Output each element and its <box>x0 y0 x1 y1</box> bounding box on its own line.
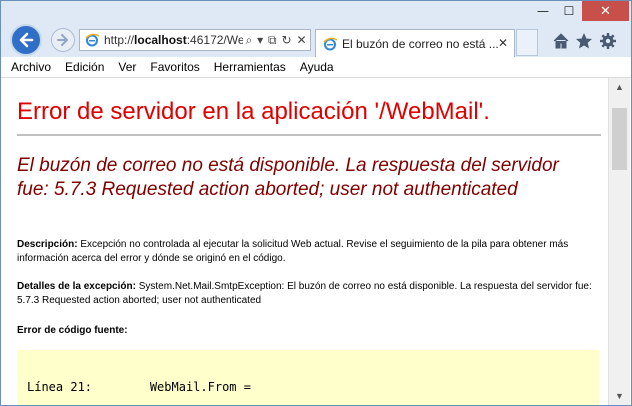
scroll-up-arrow-icon[interactable]: ▲ <box>609 78 630 96</box>
home-button[interactable] <box>551 31 571 51</box>
tools-button[interactable] <box>598 31 618 51</box>
menu-item-herramientas[interactable]: Herramientas <box>214 60 286 74</box>
dropdown-icon[interactable]: ▾ <box>257 33 263 47</box>
browser-toolbar: — ☐ ✕ http://localhost:46172/We ⌕ ▾ ⧉ ↻ … <box>1 1 631 57</box>
refresh-icon[interactable]: ↻ <box>282 33 292 47</box>
compatibility-view-icon[interactable]: ⧉ <box>268 33 277 48</box>
scroll-thumb[interactable] <box>612 108 627 170</box>
exception-label: Detalles de la excepción: <box>17 281 136 292</box>
back-button[interactable] <box>10 24 42 56</box>
source-error-label: Error de código fuente: <box>17 325 128 336</box>
menu-item-ayuda[interactable]: Ayuda <box>300 60 334 74</box>
source-code-block: Línea 21: WebMail.From = <box>17 350 599 405</box>
page-title: Error de servidor en la aplicación '/Web… <box>17 98 490 125</box>
search-icon[interactable]: ⌕ <box>245 33 252 48</box>
description-label: Descripción: <box>17 239 78 250</box>
scroll-down-arrow-icon[interactable]: ▼ <box>609 387 630 405</box>
url-rest: :46172/We <box>186 33 245 47</box>
menu-bar: Archivo Edición Ver Favoritos Herramient… <box>1 57 631 78</box>
title-divider <box>17 134 601 136</box>
stop-icon[interactable]: ✕ <box>296 33 306 47</box>
forward-button[interactable] <box>51 28 75 52</box>
ie-page-icon <box>85 33 100 47</box>
back-arrow-icon <box>19 32 34 48</box>
tab-title: El buzón de correo no está ... <box>342 36 499 51</box>
new-tab-button[interactable] <box>516 29 538 56</box>
forward-arrow-icon <box>57 34 68 46</box>
maximize-button[interactable]: ☐ <box>556 1 582 21</box>
description-paragraph: Descripción: Excepción no controlada al … <box>17 238 597 266</box>
code-line: Línea 21: WebMail.From = <box>27 380 251 394</box>
home-icon <box>553 33 569 49</box>
description-text: Excepción no controlada al ejecutar la s… <box>17 239 569 264</box>
tab-active[interactable]: El buzón de correo no está ... ✕ <box>315 29 515 57</box>
minimize-button[interactable]: — <box>530 1 556 21</box>
url-prefix: http:// <box>104 33 135 47</box>
menu-item-favoritos[interactable]: Favoritos <box>150 60 199 74</box>
menu-item-archivo[interactable]: Archivo <box>11 60 51 74</box>
page-content: Error de servidor en la aplicación '/Web… <box>1 78 608 405</box>
gear-icon <box>600 33 616 49</box>
address-url: http://localhost:46172/We <box>104 33 245 47</box>
error-message: El buzón de correo no está disponible. L… <box>17 155 559 200</box>
menu-item-ver[interactable]: Ver <box>118 60 136 74</box>
close-window-button[interactable]: ✕ <box>582 1 629 21</box>
vertical-scrollbar[interactable]: ▲ ▼ <box>608 78 630 405</box>
menu-item-edicion[interactable]: Edición <box>65 60 104 74</box>
address-tools: ⌕ ▾ ⧉ ↻ ✕ <box>243 30 309 50</box>
star-icon <box>576 33 592 49</box>
browser-window: — ☐ ✕ http://localhost:46172/We ⌕ ▾ ⧉ ↻ … <box>0 0 632 406</box>
exception-paragraph: Detalles de la excepción: System.Net.Mai… <box>17 280 597 308</box>
favorites-button[interactable] <box>574 31 594 51</box>
source-error-paragraph: Error de código fuente: <box>17 324 597 338</box>
url-host: localhost <box>134 33 187 47</box>
tab-close-icon[interactable]: ✕ <box>498 36 508 50</box>
tab-ie-icon <box>323 37 338 50</box>
